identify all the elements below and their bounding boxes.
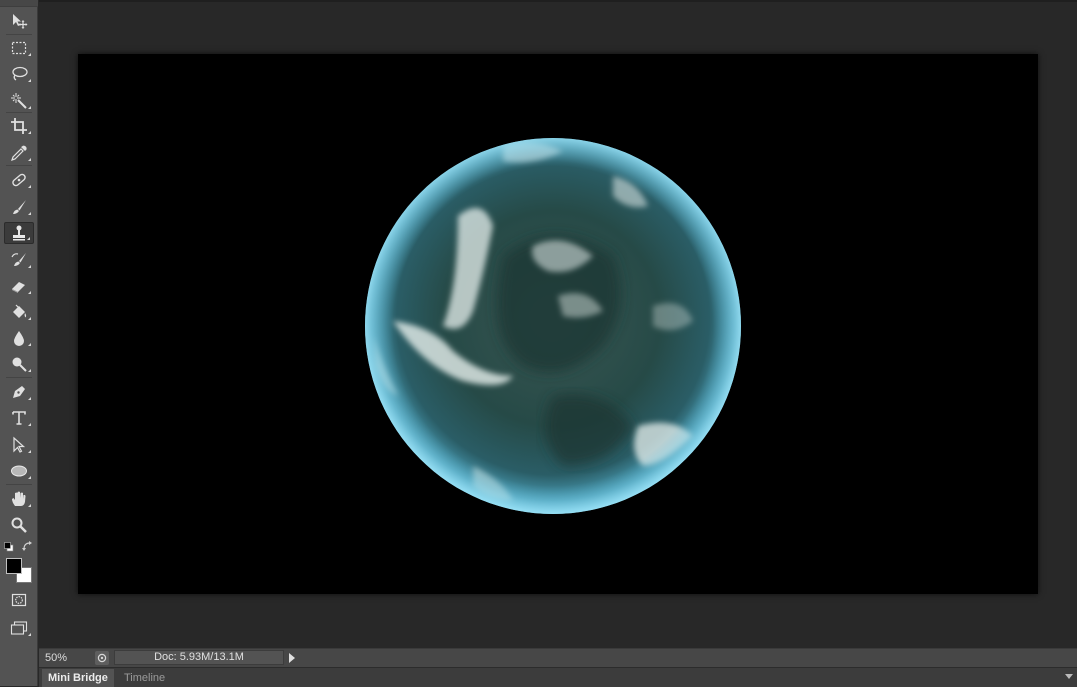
screen-mode-icon (10, 621, 28, 635)
crop-tool[interactable] (4, 115, 34, 137)
tools-panel (0, 0, 38, 686)
gear-icon (97, 653, 107, 663)
dodge-tool[interactable] (4, 353, 34, 375)
clone-stamp-tool[interactable] (4, 222, 34, 244)
paint-bucket-tool-icon (13, 304, 27, 318)
history-brush-tool[interactable] (4, 249, 34, 271)
eraser-tool[interactable] (4, 275, 34, 297)
eyedropper-tool-icon (11, 145, 27, 161)
blur-tool-icon (14, 331, 24, 346)
panel-grip[interactable] (0, 0, 38, 7)
move-tool-icon (13, 14, 28, 29)
default-colors-icon[interactable] (4, 542, 14, 552)
dodge-tool-icon (12, 357, 27, 372)
magic-wand-tool[interactable] (4, 90, 34, 112)
options-bar-edge (39, 0, 1077, 2)
history-brush-tool-icon (11, 253, 26, 266)
spot-healing-brush-tool[interactable] (4, 169, 34, 191)
quick-mask-icon (11, 593, 27, 607)
ellipse-tool-icon (11, 465, 27, 477)
document-canvas[interactable] (78, 54, 1038, 594)
document-info[interactable]: Doc: 5.93M/13.1M (114, 650, 284, 665)
status-bar: 50% Doc: 5.93M/13.1M (39, 648, 1077, 667)
tab-timeline[interactable]: Timeline (118, 669, 171, 687)
type-tool-icon (12, 411, 26, 425)
brush-tool-icon (13, 200, 26, 214)
path-selection-tool[interactable] (4, 434, 34, 456)
clone-stamp-tool-icon (13, 225, 25, 241)
zoom-tool-icon (11, 517, 27, 533)
play-arrow-icon (289, 653, 295, 663)
screen-mode[interactable] (4, 617, 34, 639)
magic-wand-tool-icon (11, 93, 27, 109)
lasso-tool[interactable] (4, 63, 34, 85)
status-menu-button[interactable] (286, 651, 298, 665)
blur-tool[interactable] (4, 327, 34, 349)
eyedropper-tool[interactable] (4, 142, 34, 164)
hand-tool-icon (12, 491, 26, 506)
rectangular-marquee-tool-icon (11, 41, 27, 55)
eraser-tool-icon (12, 282, 25, 293)
rectangular-marquee-tool[interactable] (4, 37, 34, 59)
ellipse-tool[interactable] (4, 460, 34, 482)
planet-image (365, 138, 741, 514)
crop-tool-icon (11, 118, 27, 134)
tab-mini-bridge[interactable]: Mini Bridge (42, 669, 114, 687)
pen-tool[interactable] (4, 381, 34, 403)
path-selection-tool-icon (13, 436, 26, 453)
foreground-color-swatch[interactable] (6, 558, 22, 574)
move-tool[interactable] (4, 10, 34, 32)
spot-healing-brush-tool-icon (12, 173, 26, 187)
zoom-tool[interactable] (4, 514, 34, 536)
color-swatches (4, 540, 36, 588)
brush-tool[interactable] (4, 196, 34, 218)
pen-tool-icon (13, 386, 25, 398)
lasso-tool-icon (12, 66, 28, 81)
paint-bucket-tool[interactable] (4, 301, 34, 323)
swap-colors-icon[interactable] (22, 540, 34, 552)
zoom-level[interactable]: 50% (45, 651, 89, 665)
quick-mask-mode[interactable] (4, 589, 34, 611)
hand-tool[interactable] (4, 488, 34, 510)
panel-menu-chevron-down-icon[interactable] (1065, 674, 1073, 679)
type-tool[interactable] (4, 407, 34, 429)
status-options-button[interactable] (95, 651, 109, 665)
bottom-panel-tabs: Mini Bridge Timeline (39, 667, 1077, 687)
